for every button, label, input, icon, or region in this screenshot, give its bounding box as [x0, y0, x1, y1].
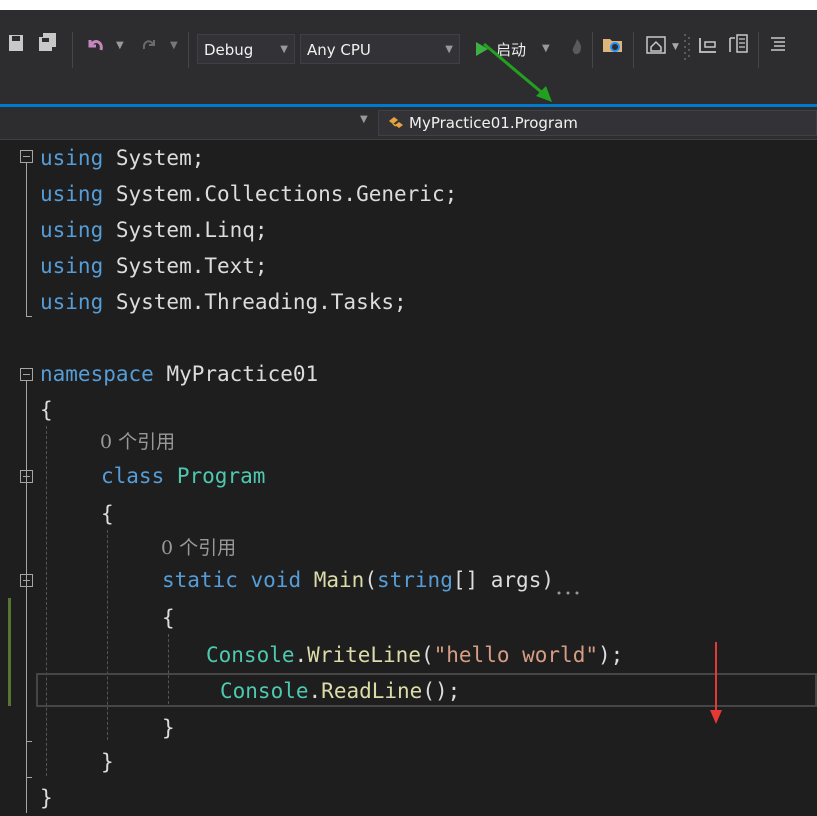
collapse-method-icon[interactable]: [20, 574, 33, 587]
solution-platform-combo[interactable]: Any CPU ▼: [300, 34, 460, 64]
code-line-2: using System.Collections.Generic;: [40, 182, 458, 206]
code-line-17: }: [162, 716, 175, 740]
chevron-down-icon: ▼: [445, 44, 453, 55]
step-into-icon[interactable]: [698, 36, 718, 54]
code-line-3: using System.Linq;: [40, 218, 268, 242]
save-all-icon[interactable]: [38, 32, 58, 52]
green-arrow-annotation: [483, 42, 552, 102]
chevron-down-icon: ▼: [280, 44, 288, 55]
undo-icon[interactable]: [86, 36, 106, 56]
code-line-18: }: [101, 750, 114, 774]
collapse-namespace-icon[interactable]: [20, 368, 33, 381]
separator: [592, 32, 593, 68]
code-line-13: static void Main(string[] args): [162, 568, 554, 592]
code-line-11: {: [101, 502, 114, 526]
class-icon: [389, 117, 403, 128]
separator: [633, 32, 634, 68]
solution-configuration-combo[interactable]: Debug ▼: [197, 34, 295, 64]
code-line-16: Console.ReadLine();: [220, 679, 461, 703]
indent-guide: [46, 426, 47, 776]
undo-dropdown-icon[interactable]: ▼: [116, 40, 124, 51]
member-name: MyPractice01.Program: [409, 114, 578, 132]
separator: [72, 32, 73, 68]
hot-reload-icon[interactable]: [570, 38, 584, 56]
code-editor[interactable]: using System; using System.Collections.G…: [0, 140, 817, 813]
comment-lines-icon[interactable]: [770, 36, 786, 52]
save-icon[interactable]: [8, 34, 24, 52]
outline-bar: [26, 381, 27, 813]
indent-guide: [107, 530, 108, 740]
code-line-1: using System;: [40, 146, 205, 170]
type-dropdown-chevron-icon[interactable]: ▼: [360, 114, 368, 125]
platform-value: Any CPU: [307, 41, 371, 59]
outline-end: [26, 777, 32, 778]
bookmark-list-icon[interactable]: [728, 34, 750, 54]
red-arrow-annotation: [710, 642, 722, 724]
drag-handle-icon[interactable]: [684, 32, 690, 64]
top-strip: [0, 0, 817, 10]
collapse-using-icon[interactable]: [20, 150, 33, 163]
codelens-references[interactable]: 0 个引用: [100, 427, 175, 454]
separator: [188, 32, 189, 68]
redo-dropdown-icon[interactable]: ▼: [170, 40, 178, 51]
code-line-15: Console.WriteLine("hello world");: [206, 643, 624, 667]
suggestion-dots-icon[interactable]: [556, 590, 580, 596]
outline-bar: [26, 163, 27, 316]
code-line-5: using System.Threading.Tasks;: [40, 290, 407, 314]
code-line-7: namespace MyPractice01: [40, 362, 319, 386]
configuration-value: Debug: [204, 41, 254, 59]
document-tab-bar: [0, 72, 817, 104]
codelens-references[interactable]: 0 个引用: [161, 533, 236, 560]
redo-icon[interactable]: [140, 36, 158, 54]
code-line-10: class Program: [101, 464, 266, 488]
code-line-19: }: [40, 786, 53, 810]
code-line-14: {: [162, 606, 175, 630]
browser-dropdown-icon[interactable]: ▼: [672, 42, 679, 52]
navigation-bar: ▼ MyPractice01.Program: [0, 107, 817, 140]
toolbar: ▼ ▼ Debug ▼ Any CPU ▼ 启动 ▼ ▼: [0, 10, 817, 72]
folder-search-icon[interactable]: [602, 36, 624, 54]
code-line-8: {: [40, 398, 53, 422]
outline-end: [26, 316, 32, 317]
separator: [758, 32, 759, 68]
change-indicator: [8, 598, 11, 706]
collapse-class-icon[interactable]: [20, 470, 33, 483]
home-browser-icon[interactable]: [646, 36, 666, 54]
member-dropdown[interactable]: MyPractice01.Program: [378, 110, 817, 136]
outline-end: [26, 741, 32, 742]
code-line-4: using System.Text;: [40, 254, 268, 278]
